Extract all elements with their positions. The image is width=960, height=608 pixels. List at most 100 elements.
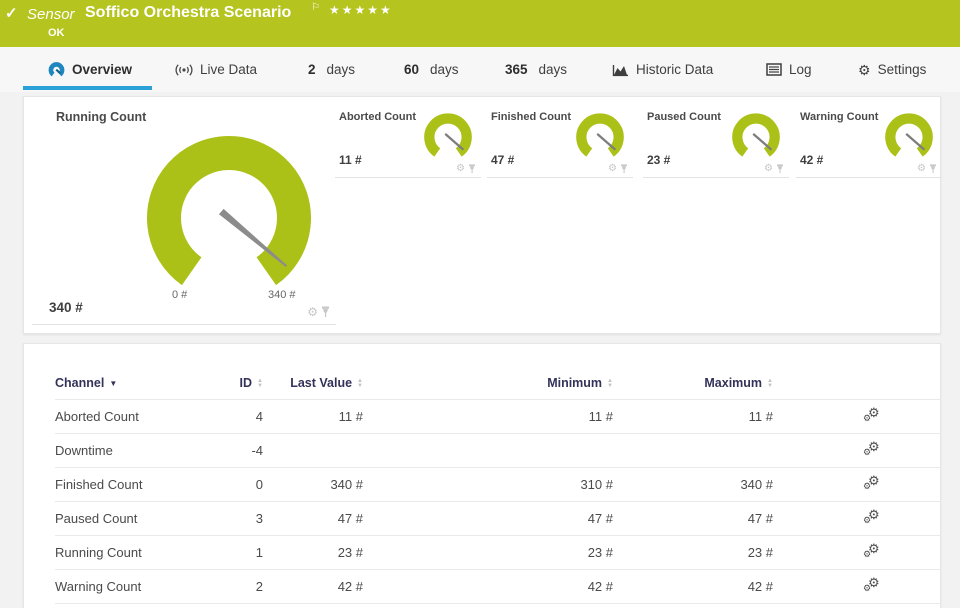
channel-name[interactable]: Running Count (55, 535, 225, 570)
channel-id: -4 (225, 433, 273, 468)
channel-id: 0 (225, 467, 273, 502)
table-row[interactable]: Warning Count 2 42 # 42 # 42 # ⚙ ⚙ (55, 569, 941, 604)
channel-settings-gears-icon[interactable]: ⚙ ⚙ (863, 473, 881, 492)
gear-icon[interactable]: ⚙ (608, 164, 617, 174)
gauge-value: 42 # (800, 153, 824, 167)
pin-icon[interactable] (620, 164, 628, 174)
channel-last-value: 42 # (273, 569, 373, 604)
gauge-value: 11 # (339, 153, 362, 167)
tab-label: days (326, 62, 356, 77)
gear-icon: ⚙ (858, 61, 871, 78)
gauge-tile-aborted-count[interactable]: Aborted Count 11 # ⚙ (335, 97, 481, 178)
gauge-tile-warning-count[interactable]: Warning Count 42 # ⚙ (796, 97, 942, 178)
gauge-dial (576, 113, 624, 157)
pin-icon[interactable] (776, 164, 784, 174)
channel-name[interactable]: Downtime (55, 433, 225, 468)
tab-number: 2 (308, 62, 316, 77)
channel-name[interactable]: Aborted Count (55, 399, 225, 434)
tab-2-days[interactable]: 2 days (308, 47, 355, 92)
channel-table: Channel ▼ ID ▲ ▼ Last Value ▲ ▼ Minimum ▲ ▼ Max… (55, 370, 941, 604)
channel-name[interactable]: Paused Count (55, 501, 225, 536)
channel-minimum: 11 # (373, 399, 623, 434)
tab-number: 365 (505, 62, 528, 77)
channel-name[interactable]: Finished Count (55, 467, 225, 502)
sort-icon: ▲ ▼ (357, 377, 363, 389)
channel-settings-gears-icon[interactable]: ⚙ ⚙ (863, 507, 881, 526)
gauge-tile-paused-count[interactable]: Paused Count 23 # ⚙ (643, 97, 789, 178)
tab-label: Overview (72, 62, 133, 77)
table-row[interactable]: Finished Count 0 340 # 310 # 340 # ⚙ ⚙ (55, 467, 941, 502)
gear-icon[interactable]: ⚙ (764, 164, 773, 174)
gauge-scale-min: 0 # (172, 289, 188, 301)
col-header-actions (783, 370, 941, 400)
channel-id: 4 (225, 399, 273, 434)
gauge-tile-finished-count[interactable]: Finished Count 47 # ⚙ (487, 97, 633, 178)
sort-desc-icon: ▼ (109, 379, 118, 388)
tab-live-data[interactable]: Live Data (175, 47, 257, 92)
gauge-title: Paused Count (647, 111, 721, 123)
gauge-scale-max: 340 # (268, 289, 296, 301)
channel-minimum: 23 # (373, 535, 623, 570)
table-row[interactable]: Downtime -4 ⚙ ⚙ (55, 433, 941, 468)
channel-maximum: 47 # (623, 501, 783, 536)
historic-data-icon (612, 64, 628, 76)
active-tab-underline (23, 86, 152, 90)
gauge-title: Warning Count (800, 111, 879, 123)
col-header-minimum[interactable]: Minimum ▲ ▼ (373, 370, 623, 400)
gear-icon[interactable]: ⚙ (307, 306, 318, 318)
tab-settings[interactable]: ⚙ Settings (858, 47, 926, 92)
tab-historic-data[interactable]: Historic Data (612, 47, 713, 92)
channel-maximum: 23 # (623, 535, 783, 570)
pin-icon[interactable] (321, 306, 330, 318)
channel-name[interactable]: Warning Count (55, 569, 225, 604)
gauge-title: Running Count (56, 110, 147, 124)
channel-minimum: 47 # (373, 501, 623, 536)
tab-log[interactable]: Log (766, 47, 812, 92)
channel-minimum: 310 # (373, 467, 623, 502)
tab-label: Historic Data (636, 62, 714, 77)
pin-icon[interactable] (929, 164, 937, 174)
channel-settings-gears-icon[interactable]: ⚙ ⚙ (863, 575, 881, 594)
gear-icon[interactable]: ⚙ (456, 164, 465, 174)
priority-stars[interactable]: ★★★★★ (329, 3, 393, 17)
gauge-tile-running-count[interactable]: Running Count 0 # 340 # 340 # ⚙ (32, 97, 336, 325)
tab-60-days[interactable]: 60 days (404, 47, 459, 92)
col-header-maximum[interactable]: Maximum ▲ ▼ (623, 370, 783, 400)
channel-settings-gears-icon[interactable]: ⚙ ⚙ (863, 405, 881, 424)
channel-settings-gears-icon[interactable]: ⚙ ⚙ (863, 439, 881, 458)
channel-id: 2 (225, 569, 273, 604)
flag-icon[interactable]: ⚐ (311, 2, 320, 13)
tab-number: 60 (404, 62, 420, 77)
col-header-last-value[interactable]: Last Value ▲ ▼ (273, 370, 373, 400)
table-row[interactable]: Aborted Count 4 11 # 11 # 11 # ⚙ ⚙ (55, 399, 941, 434)
tab-label: days (538, 62, 568, 77)
table-row[interactable]: Paused Count 3 47 # 47 # 47 # ⚙ ⚙ (55, 501, 941, 536)
channel-last-value (273, 433, 373, 468)
gauge-dial (732, 113, 780, 157)
channel-id: 3 (225, 501, 273, 536)
gauge-value: 340 # (49, 300, 83, 315)
channel-settings-gears-icon[interactable]: ⚙ ⚙ (863, 541, 881, 560)
object-kind-label: Sensor (27, 6, 75, 23)
pin-icon[interactable] (468, 164, 476, 174)
channel-minimum (373, 433, 623, 468)
gauge-title: Finished Count (491, 111, 572, 123)
col-header-channel[interactable]: Channel ▼ (55, 370, 225, 400)
channel-maximum: 42 # (623, 569, 783, 604)
gear-icon[interactable]: ⚙ (917, 164, 926, 174)
channel-maximum: 340 # (623, 467, 783, 502)
table-row[interactable]: Running Count 1 23 # 23 # 23 # ⚙ ⚙ (55, 535, 941, 570)
log-icon (766, 63, 782, 76)
col-header-id[interactable]: ID ▲ ▼ (225, 370, 273, 400)
channel-maximum: 11 # (623, 399, 783, 434)
sensor-title: Soffico Orchestra Scenario (85, 4, 292, 21)
tab-label: Settings (877, 62, 927, 77)
channel-id: 1 (225, 535, 273, 570)
gauge-icon (48, 62, 65, 77)
table-header-row: Channel ▼ ID ▲ ▼ Last Value ▲ ▼ Minimum ▲ ▼ Max… (55, 370, 941, 400)
sort-icon: ▲ ▼ (607, 377, 613, 389)
gauge-value: 47 # (491, 153, 515, 167)
gauge-dial (424, 113, 472, 157)
tab-365-days[interactable]: 365 days (505, 47, 567, 92)
channel-minimum: 42 # (373, 569, 623, 604)
